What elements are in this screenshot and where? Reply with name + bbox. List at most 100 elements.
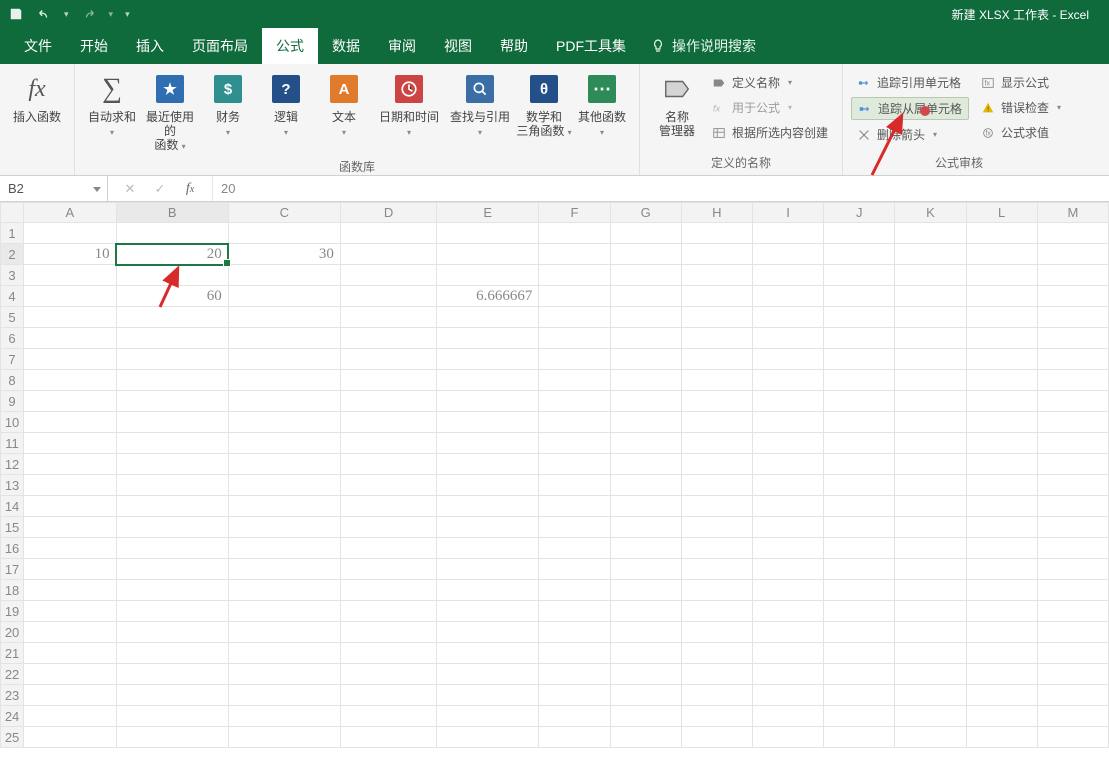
cell-A12[interactable] <box>24 454 116 475</box>
cell-I23[interactable] <box>752 685 823 706</box>
recent-functions-button[interactable]: ★ 最近使用的 函数 ▾ <box>141 68 199 154</box>
cell-C7[interactable] <box>228 349 340 370</box>
cell-H19[interactable] <box>681 601 752 622</box>
row-header-7[interactable]: 7 <box>1 349 24 370</box>
cell-G18[interactable] <box>610 580 681 601</box>
cell-C25[interactable] <box>228 727 340 748</box>
cell-F1[interactable] <box>539 223 610 244</box>
cell-D8[interactable] <box>340 370 436 391</box>
cell-H14[interactable] <box>681 496 752 517</box>
row-header-19[interactable]: 19 <box>1 601 24 622</box>
row-header-17[interactable]: 17 <box>1 559 24 580</box>
cell-I6[interactable] <box>752 328 823 349</box>
cell-J15[interactable] <box>824 517 895 538</box>
cell-H2[interactable] <box>681 244 752 265</box>
cell-D2[interactable] <box>340 244 436 265</box>
cell-A1[interactable] <box>24 223 116 244</box>
cell-K20[interactable] <box>895 622 966 643</box>
create-from-selection-button[interactable]: 根据所选内容创建 <box>706 122 834 143</box>
cell-L21[interactable] <box>966 643 1037 664</box>
cell-A17[interactable] <box>24 559 116 580</box>
column-header-F[interactable]: F <box>539 203 610 223</box>
cell-L15[interactable] <box>966 517 1037 538</box>
cell-L18[interactable] <box>966 580 1037 601</box>
cell-I7[interactable] <box>752 349 823 370</box>
cell-M2[interactable] <box>1037 244 1108 265</box>
undo-icon[interactable] <box>36 6 52 22</box>
cell-C10[interactable] <box>228 412 340 433</box>
cell-J21[interactable] <box>824 643 895 664</box>
cell-D19[interactable] <box>340 601 436 622</box>
cell-L8[interactable] <box>966 370 1037 391</box>
cell-M23[interactable] <box>1037 685 1108 706</box>
cell-A22[interactable] <box>24 664 116 685</box>
cell-J18[interactable] <box>824 580 895 601</box>
cell-F8[interactable] <box>539 370 610 391</box>
cell-E12[interactable] <box>437 454 539 475</box>
cell-I3[interactable] <box>752 265 823 286</box>
cell-J4[interactable] <box>824 286 895 307</box>
insert-function-fx-icon[interactable]: fx <box>182 181 198 197</box>
cell-E22[interactable] <box>437 664 539 685</box>
cell-B3[interactable] <box>116 265 228 286</box>
cell-K15[interactable] <box>895 517 966 538</box>
show-formulas-button[interactable]: fx 显示公式 <box>975 72 1067 93</box>
cell-F18[interactable] <box>539 580 610 601</box>
cell-L6[interactable] <box>966 328 1037 349</box>
tab-review[interactable]: 审阅 <box>374 28 430 64</box>
remove-arrows-button[interactable]: 删除箭头▾ <box>851 124 969 145</box>
cell-E21[interactable] <box>437 643 539 664</box>
cell-A14[interactable] <box>24 496 116 517</box>
cell-C5[interactable] <box>228 307 340 328</box>
cell-B5[interactable] <box>116 307 228 328</box>
cell-J19[interactable] <box>824 601 895 622</box>
cell-H25[interactable] <box>681 727 752 748</box>
cell-L22[interactable] <box>966 664 1037 685</box>
cell-B14[interactable] <box>116 496 228 517</box>
autosum-button[interactable]: ∑ 自动求和▾ <box>83 68 141 140</box>
cell-J25[interactable] <box>824 727 895 748</box>
cell-G8[interactable] <box>610 370 681 391</box>
cell-C13[interactable] <box>228 475 340 496</box>
cell-C21[interactable] <box>228 643 340 664</box>
cell-M25[interactable] <box>1037 727 1108 748</box>
cell-I5[interactable] <box>752 307 823 328</box>
cell-M12[interactable] <box>1037 454 1108 475</box>
cell-G13[interactable] <box>610 475 681 496</box>
cell-C15[interactable] <box>228 517 340 538</box>
cell-L16[interactable] <box>966 538 1037 559</box>
cell-B23[interactable] <box>116 685 228 706</box>
cell-K18[interactable] <box>895 580 966 601</box>
cell-H16[interactable] <box>681 538 752 559</box>
cell-G12[interactable] <box>610 454 681 475</box>
cell-K6[interactable] <box>895 328 966 349</box>
insert-function-button[interactable]: fx 插入函数 <box>8 68 66 124</box>
cell-E4[interactable]: 6.666667 <box>437 286 539 307</box>
cell-J8[interactable] <box>824 370 895 391</box>
row-header-22[interactable]: 22 <box>1 664 24 685</box>
cell-F2[interactable] <box>539 244 610 265</box>
cell-K16[interactable] <box>895 538 966 559</box>
cell-J11[interactable] <box>824 433 895 454</box>
cell-J9[interactable] <box>824 391 895 412</box>
cell-G4[interactable] <box>610 286 681 307</box>
cell-B19[interactable] <box>116 601 228 622</box>
row-header-25[interactable]: 25 <box>1 727 24 748</box>
cell-H3[interactable] <box>681 265 752 286</box>
cell-H8[interactable] <box>681 370 752 391</box>
cell-F19[interactable] <box>539 601 610 622</box>
row-header-23[interactable]: 23 <box>1 685 24 706</box>
lookup-button[interactable]: 查找与引用▾ <box>445 68 515 140</box>
cell-I15[interactable] <box>752 517 823 538</box>
row-header-4[interactable]: 4 <box>1 286 24 307</box>
cell-C2[interactable]: 30 <box>228 244 340 265</box>
column-header-D[interactable]: D <box>340 203 436 223</box>
cell-K4[interactable] <box>895 286 966 307</box>
cell-L17[interactable] <box>966 559 1037 580</box>
cell-J2[interactable] <box>824 244 895 265</box>
column-header-I[interactable]: I <box>752 203 823 223</box>
cell-D23[interactable] <box>340 685 436 706</box>
cell-M11[interactable] <box>1037 433 1108 454</box>
cell-H5[interactable] <box>681 307 752 328</box>
cell-M14[interactable] <box>1037 496 1108 517</box>
